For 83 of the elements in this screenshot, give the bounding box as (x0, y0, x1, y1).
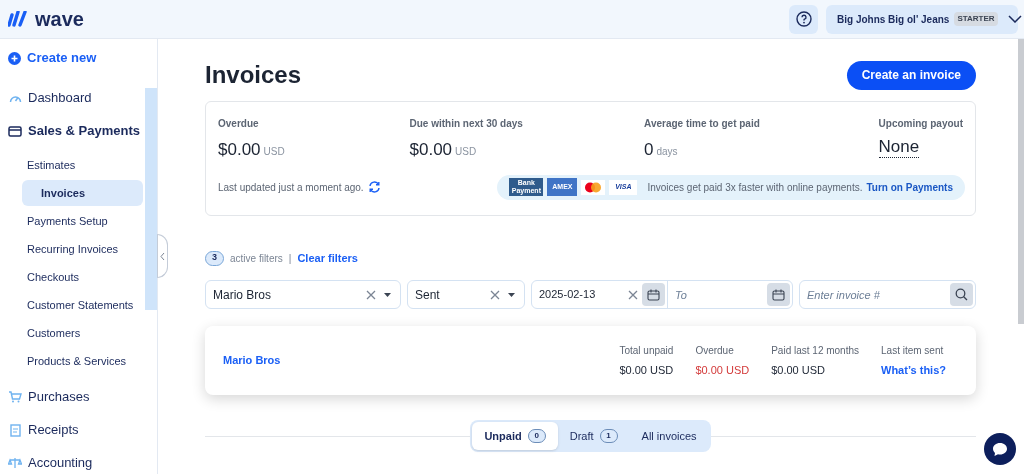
stat-label: Total unpaid (619, 343, 674, 358)
chevron-left-icon (160, 251, 165, 261)
calendar-button[interactable] (767, 283, 790, 306)
whats-this-link[interactable]: What’s this? (881, 361, 946, 379)
filter-tab[interactable]: Draft 1 (557, 422, 630, 450)
status-select[interactable]: Sent (407, 280, 525, 309)
receipt-icon (8, 423, 22, 437)
create-invoice-button[interactable]: Create an invoice (846, 60, 976, 90)
sidebar-subitem[interactable]: Recurring Invoices (8, 236, 143, 262)
mastercard-logo (581, 179, 606, 195)
caret-icon (384, 292, 391, 297)
search-button[interactable] (950, 283, 973, 306)
stat-unit: USD (263, 145, 285, 159)
turn-on-payments-link[interactable]: Turn on Payments (866, 179, 953, 195)
sidebar-item[interactable]: Purchases (8, 388, 143, 406)
chat-button[interactable] (984, 433, 1016, 465)
caret-icon (508, 292, 515, 297)
stat-label: Upcoming payout (878, 117, 963, 131)
filter-tab[interactable]: Unpaid 0 (472, 422, 558, 450)
stat-unit: USD (455, 145, 477, 159)
help-icon (795, 11, 812, 27)
filter-count-badge: 3 (205, 250, 224, 266)
create-new-link[interactable]: Create new (8, 49, 143, 67)
invoice-search-bar[interactable]: Enter invoice # (799, 280, 976, 309)
count-badge: 1 (599, 429, 618, 443)
promo-text: Invoices get paid 3x faster with online payments. (647, 180, 863, 195)
scrollbar-thumb[interactable] (145, 88, 157, 310)
filter-tab[interactable]: All invoices (629, 422, 709, 450)
sidebar-item[interactable]: Dashboard (8, 89, 143, 107)
last-updated-text: Last updated just a moment ago. (218, 180, 364, 195)
chat-bubble-icon (992, 441, 1008, 457)
page-title: Invoices (205, 60, 302, 90)
count-badge: 0 (527, 429, 546, 443)
stat-label: Due within next 30 days (409, 117, 524, 131)
from-date-field[interactable]: 2025-02-13 (532, 281, 668, 308)
active-filters-label: active filters (230, 251, 283, 266)
invoice-number-field[interactable]: Enter invoice # (807, 284, 950, 305)
sidebar-subitem[interactable]: Checkouts (8, 264, 143, 290)
calendar-icon (647, 288, 660, 301)
stat-label: Last item sent (881, 343, 945, 358)
logo-text: wave (35, 9, 84, 29)
stat-unit: days (656, 145, 678, 159)
clear-filters-link[interactable]: Clear filters (297, 249, 358, 267)
chevron-down-icon (1007, 15, 1022, 23)
separator-text: | (288, 251, 292, 266)
sidebar-subitem[interactable]: Customers (8, 320, 143, 346)
stat-value: None (878, 137, 920, 158)
stat-value: $0.00 USD (619, 362, 674, 378)
stat-value: $0.00 USD (771, 362, 826, 378)
stat-value: $0.00 (218, 139, 261, 161)
scrollbar-thumb[interactable] (1018, 39, 1024, 324)
sidebar-subitem[interactable]: Invoices (22, 180, 143, 206)
stat-value: 0 (644, 139, 654, 161)
calendar-button[interactable] (642, 283, 665, 306)
clear-icon[interactable] (490, 289, 500, 300)
clear-icon[interactable] (628, 289, 638, 300)
to-date-field[interactable]: To (675, 284, 767, 305)
search-icon (955, 288, 968, 301)
plus-circle-icon (8, 51, 21, 65)
sidebar-item[interactable]: Sales & Payments (8, 122, 143, 140)
stat-label: Paid last 12 months (771, 343, 859, 358)
customer-name-link[interactable]: Mario Bros (223, 352, 620, 369)
sidebar-subitem[interactable]: Estimates (8, 152, 143, 178)
calendar-icon (772, 288, 785, 301)
card-icon (8, 125, 22, 137)
sidebar-subitem[interactable]: Customer Statements (8, 292, 143, 318)
sidebar-subitem[interactable]: Payments Setup (8, 208, 143, 234)
clear-icon[interactable] (366, 289, 376, 300)
refresh-icon[interactable] (367, 181, 381, 193)
sidebar-item[interactable]: Accounting (8, 454, 143, 472)
cart-icon (8, 391, 22, 403)
date-range-picker[interactable]: 2025-02-13 To (531, 280, 793, 309)
sidebar-subitem[interactable]: Products & Services (8, 348, 143, 374)
stat-label: Average time to get paid (644, 117, 761, 131)
stat-label: Overdue (695, 343, 735, 358)
scale-icon (8, 457, 22, 469)
stat-value: $0.00 USD (695, 362, 750, 378)
sidebar-item[interactable]: Receipts (8, 421, 143, 439)
customer-select[interactable]: Mario Bros (205, 280, 401, 309)
help-button[interactable] (789, 4, 818, 34)
stat-value: $0.00 (409, 139, 453, 161)
plan-badge: STARTER (954, 12, 998, 26)
stat-label: Overdue (218, 117, 260, 131)
